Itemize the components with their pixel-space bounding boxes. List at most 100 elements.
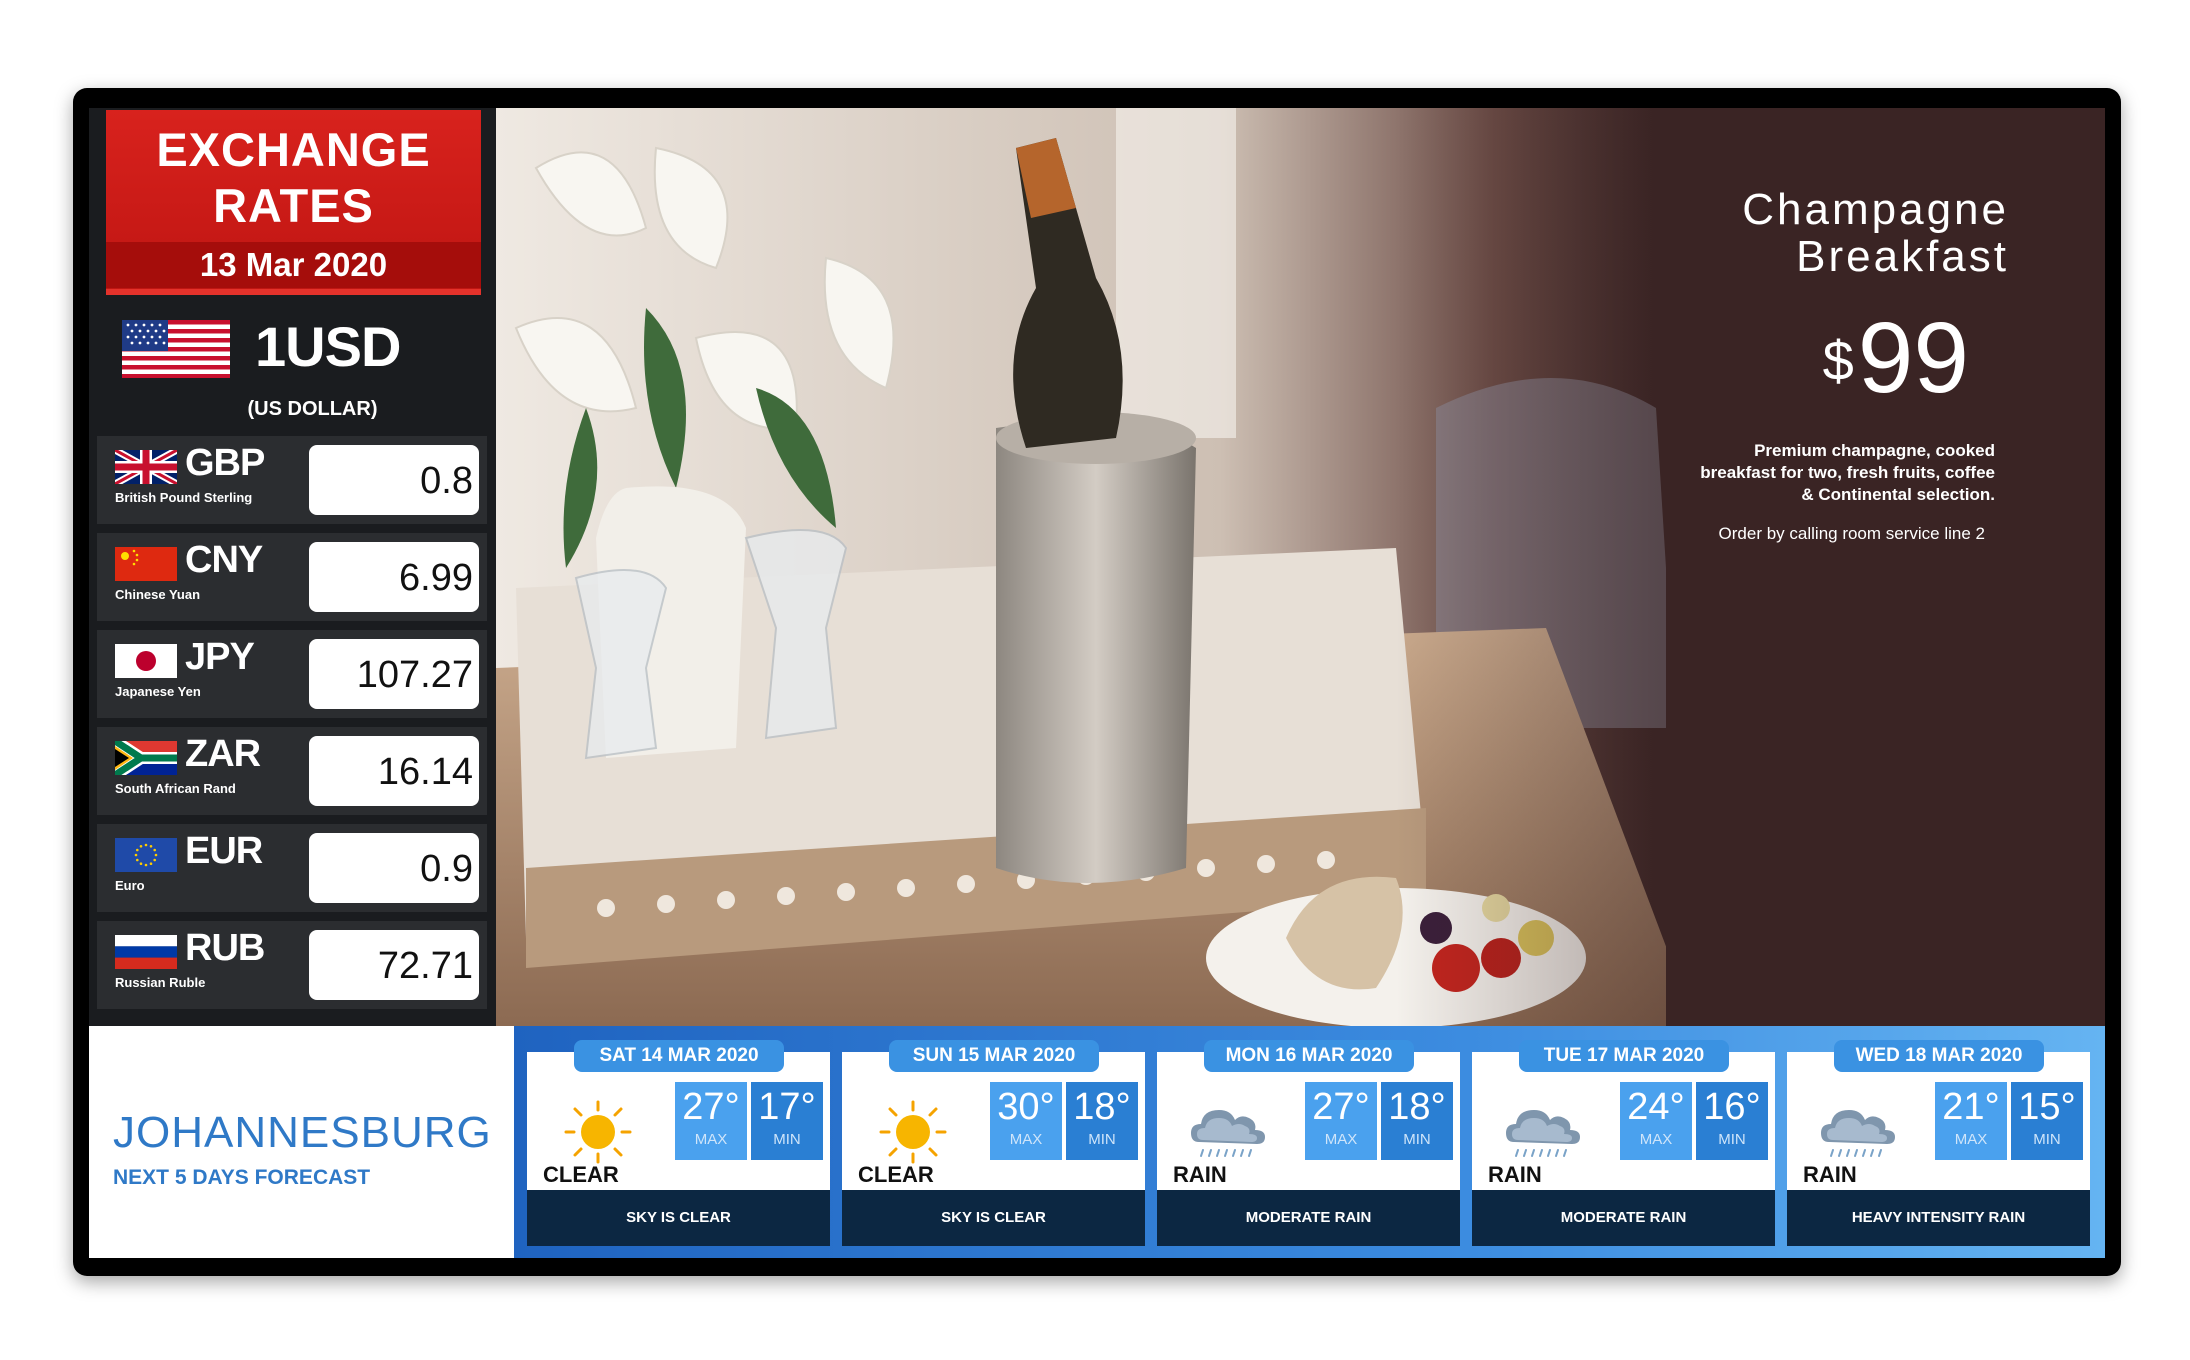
forecast-day: MON 16 MAR 2020 27° MAX 18° MIN RAIN MODER… bbox=[1157, 1040, 1460, 1246]
forecast-description: MODERATE RAIN bbox=[1157, 1190, 1460, 1246]
temp-max: 27° bbox=[682, 1086, 740, 1128]
currency-code: RUB bbox=[185, 927, 265, 969]
rain-cloud-icon bbox=[1821, 1110, 1895, 1157]
min-label: MIN bbox=[1403, 1131, 1431, 1148]
min-label: MIN bbox=[1088, 1131, 1116, 1148]
forecast-day: SAT 14 MAR 2020 27° MAX 17° MIN CLEAR SKY bbox=[527, 1040, 830, 1246]
forecast-description: HEAVY INTENSITY RAIN bbox=[1787, 1190, 2090, 1246]
min-label: MIN bbox=[2033, 1131, 2061, 1148]
temp-min: 16° bbox=[1703, 1086, 1761, 1128]
temp-min: 18° bbox=[1073, 1086, 1131, 1128]
temp-min: 15° bbox=[2018, 1086, 2076, 1128]
forecast-condition: CLEAR bbox=[543, 1162, 619, 1187]
currency-rate-value: 107.27 bbox=[309, 639, 479, 709]
base-currency: 1USD (US DOLLAR) bbox=[89, 308, 496, 420]
city-box: JOHANNESBURG NEXT 5 DAYS FORECAST bbox=[89, 1026, 514, 1258]
forecast-date: WED 18 MAR 2020 bbox=[1834, 1040, 2044, 1072]
temp-max-box: 27° MAX bbox=[675, 1082, 747, 1160]
us-flag-icon bbox=[122, 320, 230, 378]
eu-flag-icon bbox=[115, 838, 177, 872]
display-frame: EXCHANGE RATES 13 Mar 2020 1USD (US DOLL… bbox=[73, 88, 2121, 1276]
sun-icon bbox=[879, 1100, 947, 1164]
forecast-day: SUN 15 MAR 2020 30° MAX 18° MIN CLEAR SKY bbox=[842, 1040, 1145, 1246]
forecast-description: SKY IS CLEAR bbox=[527, 1190, 830, 1246]
promo-order-info: Order by calling room service line 2 bbox=[1718, 524, 1985, 543]
rain-cloud-icon bbox=[1191, 1110, 1265, 1157]
price-currency: $ bbox=[1822, 329, 1854, 392]
forecast-condition: RAIN bbox=[1488, 1162, 1542, 1187]
promo-desc-line-3: & Continental selection. bbox=[1801, 485, 1995, 504]
min-label: MIN bbox=[773, 1131, 801, 1148]
display-screen: EXCHANGE RATES 13 Mar 2020 1USD (US DOLL… bbox=[89, 108, 2105, 1258]
currency-rate-value: 16.14 bbox=[309, 736, 479, 806]
base-currency-code: 1USD bbox=[255, 315, 401, 378]
forecast-description: SKY IS CLEAR bbox=[842, 1190, 1145, 1246]
max-label: MAX bbox=[1954, 1131, 1988, 1148]
temp-min-box: 17° MIN bbox=[751, 1082, 823, 1160]
temp-min: 17° bbox=[758, 1086, 816, 1128]
temp-max: 30° bbox=[997, 1086, 1055, 1128]
temp-max-box: 27° MAX bbox=[1305, 1082, 1377, 1160]
currency-code: ZAR bbox=[185, 733, 261, 775]
max-label: MAX bbox=[1324, 1131, 1358, 1148]
forecast-condition: CLEAR bbox=[858, 1162, 934, 1187]
forecast-description: MODERATE RAIN bbox=[1472, 1190, 1775, 1246]
currency-name: Euro bbox=[115, 878, 145, 893]
forecast-date: MON 16 MAR 2020 bbox=[1204, 1040, 1414, 1072]
forecast-day: TUE 17 MAR 2020 24° MAX 16° MIN RAIN MODER… bbox=[1472, 1040, 1775, 1246]
uk-flag-icon bbox=[115, 450, 177, 484]
title-line-2: RATES bbox=[213, 179, 374, 232]
rate-row-jpy: JPY Japanese Yen 107.27 bbox=[97, 630, 487, 718]
max-label: MAX bbox=[694, 1131, 728, 1148]
currency-name: Russian Ruble bbox=[115, 975, 206, 990]
temp-max-box: 30° MAX bbox=[990, 1082, 1062, 1160]
temp-max: 21° bbox=[1942, 1086, 2000, 1128]
exchange-date: 13 Mar 2020 bbox=[106, 242, 481, 288]
promo-price: $99 bbox=[1823, 308, 1969, 411]
currency-rate-value: 6.99 bbox=[309, 542, 479, 612]
rate-row-gbp: GBP British Pound Sterling 0.8 bbox=[97, 436, 487, 524]
promo-description: Premium champagne, cooked breakfast for … bbox=[1635, 440, 1995, 506]
russia-flag-icon bbox=[115, 935, 177, 969]
japan-flag-icon bbox=[115, 644, 177, 678]
max-label: MAX bbox=[1639, 1131, 1673, 1148]
currency-name: British Pound Sterling bbox=[115, 490, 253, 505]
forecast-condition: RAIN bbox=[1173, 1162, 1227, 1187]
temp-max-box: 21° MAX bbox=[1935, 1082, 2007, 1160]
exchange-rates-header: EXCHANGE RATES 13 Mar 2020 bbox=[106, 110, 481, 295]
rate-row-cny: CNY Chinese Yuan 6.99 bbox=[97, 533, 487, 621]
temp-max: 24° bbox=[1627, 1086, 1685, 1128]
temp-min-box: 18° MIN bbox=[1066, 1082, 1138, 1160]
forecast-date: SUN 15 MAR 2020 bbox=[889, 1040, 1099, 1072]
currency-name: South African Rand bbox=[115, 781, 236, 796]
currency-name: Japanese Yen bbox=[115, 684, 201, 699]
rate-row-rub: RUB Russian Ruble 72.71 bbox=[97, 921, 487, 1009]
forecast-date: TUE 17 MAR 2020 bbox=[1519, 1040, 1729, 1072]
currency-rate-value: 0.9 bbox=[309, 833, 479, 903]
exchange-rates-panel: EXCHANGE RATES 13 Mar 2020 1USD (US DOLL… bbox=[89, 108, 496, 1026]
currency-name: Chinese Yuan bbox=[115, 587, 201, 602]
city-name: JOHANNESBURG bbox=[113, 1108, 492, 1157]
currency-code: JPY bbox=[185, 636, 255, 678]
promo-desc-line-1: Premium champagne, cooked bbox=[1754, 441, 1995, 460]
currency-rate-value: 0.8 bbox=[309, 445, 479, 515]
promo-banner: Champagne Breakfast $99 Premium champagn… bbox=[496, 108, 2105, 1026]
promo-desc-line-2: breakfast for two, fresh fruits, coffee bbox=[1700, 463, 1995, 482]
min-label: MIN bbox=[1718, 1131, 1746, 1148]
base-currency-name: (US DOLLAR) bbox=[247, 398, 378, 420]
forecast-condition: RAIN bbox=[1803, 1162, 1857, 1187]
forecast-strip: SAT 14 MAR 2020 27° MAX 17° MIN CLEAR SKY bbox=[514, 1026, 2105, 1258]
header-divider bbox=[106, 289, 481, 295]
forecast-day: WED 18 MAR 2020 21° MAX 15° MIN RAIN HEAVY bbox=[1787, 1040, 2090, 1246]
china-flag-icon bbox=[115, 547, 177, 581]
currency-code: GBP bbox=[185, 442, 265, 484]
temp-max-box: 24° MAX bbox=[1620, 1082, 1692, 1160]
temp-max: 27° bbox=[1312, 1086, 1370, 1128]
currency-code: CNY bbox=[185, 539, 263, 581]
price-amount: 99 bbox=[1857, 302, 1969, 414]
weather-forecast-bar: JOHANNESBURG NEXT 5 DAYS FORECAST SAT 14… bbox=[89, 1026, 2105, 1258]
temp-min-box: 16° MIN bbox=[1696, 1082, 1768, 1160]
max-label: MAX bbox=[1009, 1131, 1043, 1148]
temp-min-box: 18° MIN bbox=[1381, 1082, 1453, 1160]
rain-cloud-icon bbox=[1506, 1110, 1580, 1157]
